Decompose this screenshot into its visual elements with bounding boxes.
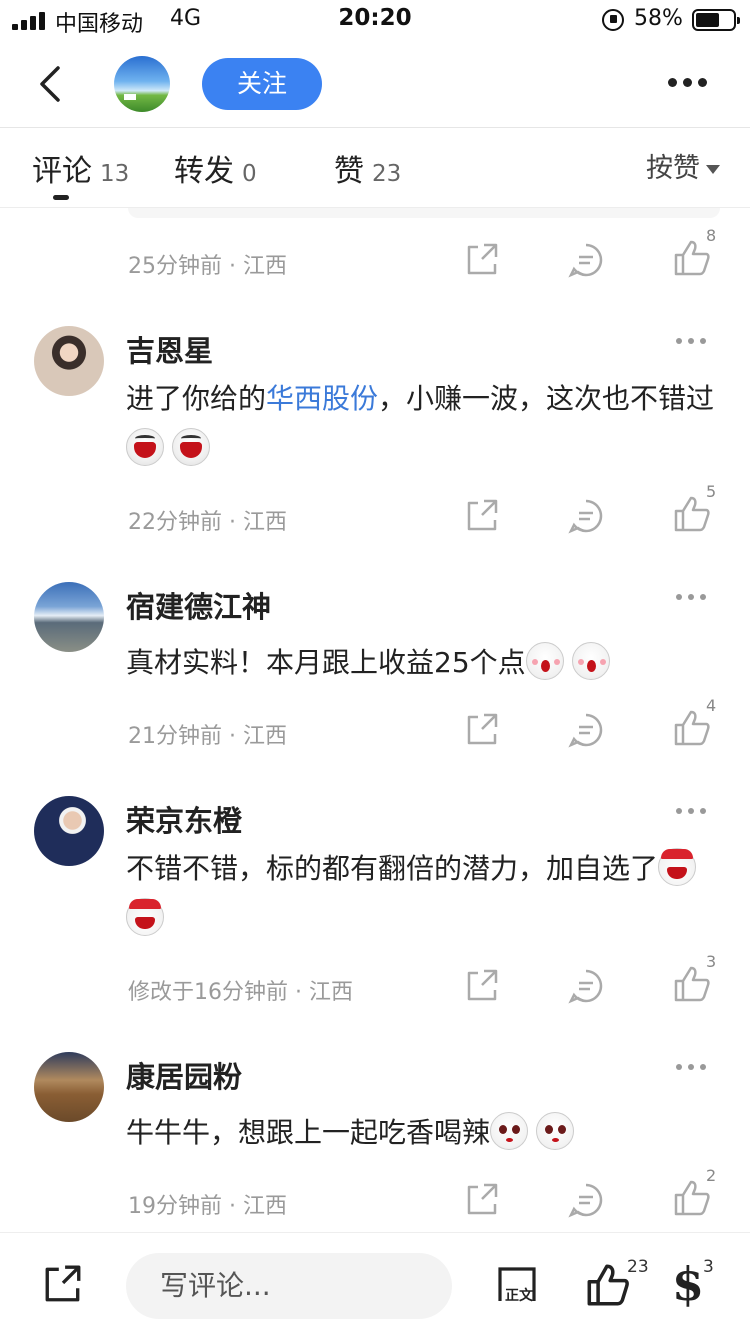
bottom-action-bar: 写评论... 正文 23 $ 3 <box>0 1232 750 1334</box>
share-icon[interactable] <box>462 496 502 536</box>
previous-reply-card <box>128 208 720 218</box>
active-tab-indicator <box>53 195 69 200</box>
comment-text-part: 牛牛牛，想跟上一起吃香喝辣 <box>126 1116 491 1149</box>
author-avatar[interactable] <box>114 56 170 112</box>
tab-likes-label: 赞 <box>334 154 364 189</box>
like-button[interactable] <box>586 1263 630 1307</box>
reply-icon[interactable] <box>566 966 606 1006</box>
comment-text: 真材实料！本月跟上收益25个点 <box>126 638 716 688</box>
comment-text: 不错不错，标的都有翻倍的潜力，加自选了 <box>126 844 716 944</box>
battery-percent: 58% <box>634 6 683 31</box>
comment-meta: 25分钟前 · 江西 <box>128 254 287 279</box>
tab-likes-count: 23 <box>372 161 402 187</box>
comment-meta: 19分钟前 · 江西 <box>128 1194 287 1219</box>
santa-emoji-icon <box>126 898 164 936</box>
commenter-name[interactable]: 宿建德江神 <box>126 584 271 626</box>
tab-reposts-label: 转发 <box>174 154 234 189</box>
comment-input[interactable]: 写评论... <box>126 1253 452 1319</box>
teary-eyes-emoji-icon <box>490 1112 529 1150</box>
comment-list[interactable]: 25分钟前 · 江西 8 吉恩星 进了你给的华西股份，小赚一波，这次也不错过 2… <box>0 208 750 1232</box>
reward-count: 3 <box>703 1257 714 1277</box>
avatar[interactable] <box>34 326 104 396</box>
tab-reposts[interactable]: 转发 0 <box>174 146 257 190</box>
like-count: 3 <box>706 952 717 971</box>
reward-button[interactable]: $ <box>672 1257 704 1311</box>
commenter-name[interactable]: 康居园粉 <box>126 1054 242 1096</box>
status-bar: 中国移动 4G 20:20 58% <box>0 0 750 40</box>
article-text-label: 正文 <box>505 1288 533 1304</box>
tab-reposts-count: 0 <box>242 161 257 187</box>
caret-down-icon <box>706 165 720 174</box>
sort-label: 按赞 <box>646 153 700 184</box>
tab-bar: 评论 13 转发 0 赞 23 按赞 <box>0 128 750 208</box>
comment-text-part: 不错不错，标的都有翻倍的潜力，加自选了 <box>126 852 659 885</box>
tab-comments[interactable]: 评论 13 <box>32 146 129 190</box>
like-count: 4 <box>706 696 717 715</box>
stock-link[interactable]: 华西股份 <box>266 382 378 415</box>
comment-more-icon[interactable] <box>676 1064 710 1072</box>
comment-more-icon[interactable] <box>676 594 710 602</box>
share-icon[interactable] <box>462 240 502 280</box>
comment-meta: 修改于16分钟前 · 江西 <box>128 980 353 1005</box>
commenter-name[interactable]: 荣京东橙 <box>126 798 242 840</box>
reply-icon[interactable] <box>566 1180 606 1220</box>
santa-emoji-icon <box>658 848 697 886</box>
comment-text-part: ，小赚一波，这次也不错过 <box>378 382 715 415</box>
like-count: 5 <box>706 482 717 501</box>
tab-likes[interactable]: 赞 23 <box>334 146 401 190</box>
share-icon[interactable] <box>462 710 502 750</box>
battery-icon <box>692 9 740 31</box>
comment-more-icon[interactable] <box>676 808 710 816</box>
share-icon[interactable] <box>462 1180 502 1220</box>
comment-text-part: 进了你给的 <box>126 382 267 415</box>
comment-meta: 22分钟前 · 江西 <box>128 510 287 535</box>
comment-text: 进了你给的华西股份，小赚一波，这次也不错过 <box>126 374 716 474</box>
like-count: 8 <box>706 226 717 245</box>
laugh-emoji-icon <box>172 428 210 466</box>
laugh-emoji-icon <box>126 428 164 466</box>
top-bar: 关注 <box>0 40 750 128</box>
cry-emoji-icon <box>525 642 564 680</box>
more-options-icon[interactable] <box>668 78 708 90</box>
tab-comments-label: 评论 <box>32 154 92 189</box>
share-icon[interactable] <box>42 1263 84 1305</box>
comment-more-icon[interactable] <box>676 338 710 346</box>
article-text-button[interactable]: 正文 <box>496 1265 538 1305</box>
orientation-lock-icon <box>602 9 624 31</box>
comment-text-part: 真材实料！本月跟上收益25个点 <box>126 646 526 679</box>
avatar[interactable] <box>34 796 104 866</box>
share-icon[interactable] <box>462 966 502 1006</box>
avatar[interactable] <box>34 582 104 652</box>
reply-icon[interactable] <box>566 496 606 536</box>
reply-icon[interactable] <box>566 710 606 750</box>
back-icon[interactable] <box>34 64 74 104</box>
sort-dropdown[interactable]: 按赞 <box>646 146 720 185</box>
follow-button[interactable]: 关注 <box>202 58 322 110</box>
reply-icon[interactable] <box>566 240 606 280</box>
like-total: 23 <box>627 1257 649 1277</box>
tab-comments-count: 13 <box>100 161 130 187</box>
comment-meta: 21分钟前 · 江西 <box>128 724 287 749</box>
cry-emoji-icon <box>571 642 610 680</box>
comment-text: 牛牛牛，想跟上一起吃香喝辣 <box>126 1108 716 1158</box>
like-count: 2 <box>706 1166 717 1185</box>
commenter-name[interactable]: 吉恩星 <box>126 328 213 370</box>
avatar[interactable] <box>34 1052 104 1122</box>
teary-eyes-emoji-icon <box>536 1112 575 1150</box>
